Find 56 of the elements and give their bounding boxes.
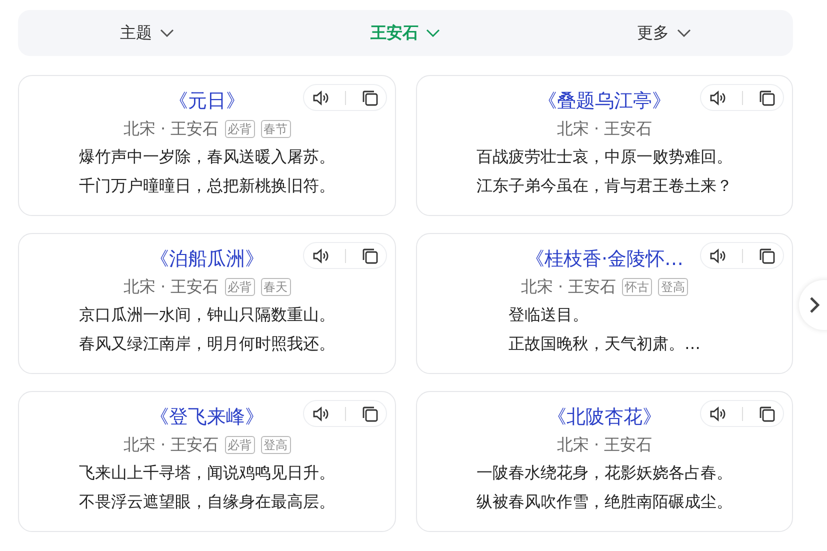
chevron-down-icon — [676, 29, 691, 37]
poem-line: 纵被春风吹作雪，绝胜南陌碾成尘。 — [476, 491, 732, 513]
poem-tag: 必背 — [224, 436, 255, 454]
poem-author: 北宋 · 王安石 — [556, 118, 652, 140]
poem-line: 登临送目。 — [508, 304, 590, 326]
speaker-icon[interactable] — [708, 246, 726, 264]
copy-icon[interactable] — [360, 404, 378, 422]
poem-tag: 登高 — [260, 436, 291, 454]
poem-card[interactable]: 《北陂杏花》 北宋 · 王安石 一陂春水绕花身，花影妖娆各占春。 纵被春风吹作雪，绝胜南陌碾成尘。 — [416, 391, 793, 532]
chevron-down-icon — [160, 29, 174, 37]
speaker-icon[interactable] — [708, 88, 726, 106]
poem-line: 不畏浮云遮望眼，自缘身在最高层。 — [79, 491, 335, 513]
poem-tag: 必背 — [224, 120, 255, 138]
poem-title[interactable]: 《桂枝香·金陵怀… — [525, 246, 684, 272]
poem-title[interactable]: 《登飞来峰》 — [150, 404, 264, 430]
filter-dropdown[interactable]: 主题 — [120, 22, 174, 44]
poem-tag: 春天 — [260, 278, 291, 296]
filter-dropdown[interactable]: 更多 — [636, 22, 691, 44]
poem-line: 正故国晚秋，天气初肃。… — [508, 333, 700, 355]
poem-author: 北宋 · 王安石 — [520, 276, 616, 298]
poem-author: 北宋 · 王安石 — [123, 118, 219, 140]
poem-tag: 怀古 — [622, 278, 652, 296]
poem-line: 飞来山上千寻塔，闻说鸡鸣见日升。 — [79, 462, 335, 484]
poem-card[interactable]: 《叠题乌江亭》 北宋 · 王安石 百战疲劳壮士哀，中原一败势难回。 江东子弟今虽在，肯与君王卷土来？ — [416, 75, 793, 216]
poem-card[interactable]: 《桂枝香·金陵怀… 北宋 · 王安石 怀古 登高 登临送目。 正故国晚秋，天气初肃。… — [416, 233, 793, 374]
chevron-down-icon — [426, 29, 440, 37]
poem-line: 百战疲劳壮士哀，中原一败势难回。 — [476, 146, 732, 168]
copy-icon[interactable] — [758, 88, 776, 106]
poem-card[interactable]: 《泊船瓜洲》 北宋 · 王安石 必背 春天 京口瓜洲一水间，钟山只隔数重山。 春风又绿江南岸，明月何时照我还。 — [18, 233, 396, 374]
speaker-icon[interactable] — [312, 88, 330, 106]
poem-line: 千门万户曈曈日，总把新桃换旧符。 — [79, 175, 335, 197]
poem-line: 爆竹声中一岁除，春风送暖入屠苏。 — [79, 146, 335, 168]
poem-tag: 春节 — [260, 120, 291, 138]
poem-line: 春风又绿江南岸，明月何时照我还。 — [79, 333, 335, 355]
copy-icon[interactable] — [758, 404, 776, 422]
poem-line: 京口瓜洲一水间，钟山只隔数重山。 — [79, 304, 335, 326]
speaker-icon[interactable] — [312, 246, 330, 264]
poem-title[interactable]: 《北陂杏花》 — [548, 404, 662, 430]
poem-line: 江东子弟今虽在，肯与君王卷土来？ — [476, 175, 732, 197]
chevron-right-icon — [809, 296, 821, 314]
poem-author: 北宋 · 王安石 — [123, 434, 219, 456]
poem-author: 北宋 · 王安石 — [556, 434, 652, 456]
poem-tag: 登高 — [658, 278, 688, 296]
poem-tag: 必背 — [224, 278, 255, 296]
poem-author: 北宋 · 王安石 — [123, 276, 219, 298]
copy-icon[interactable] — [360, 246, 378, 264]
copy-icon[interactable] — [360, 88, 378, 106]
poem-card[interactable]: 《登飞来峰》 北宋 · 王安石 必背 登高 飞来山上千寻塔，闻说鸡鸣见日升。 不畏浮云遮望眼，自缘身在最高层。 — [18, 391, 396, 532]
poem-title[interactable]: 《元日》 — [169, 88, 245, 114]
poem-line: 一陂春水绕花身，花影妖娆各占春。 — [476, 462, 732, 484]
poem-card[interactable]: 《元日》 北宋 · 王安石 必背 春节 爆竹声中一岁除，春风送暖入屠苏。 千门万户曈曈日，总把新桃换旧符。 — [18, 75, 396, 216]
poem-title[interactable]: 《泊船瓜洲》 — [150, 246, 264, 272]
copy-icon[interactable] — [758, 246, 776, 264]
speaker-icon[interactable] — [312, 404, 330, 422]
poem-title[interactable]: 《叠题乌江亭》 — [538, 88, 671, 114]
speaker-icon[interactable] — [708, 404, 726, 422]
